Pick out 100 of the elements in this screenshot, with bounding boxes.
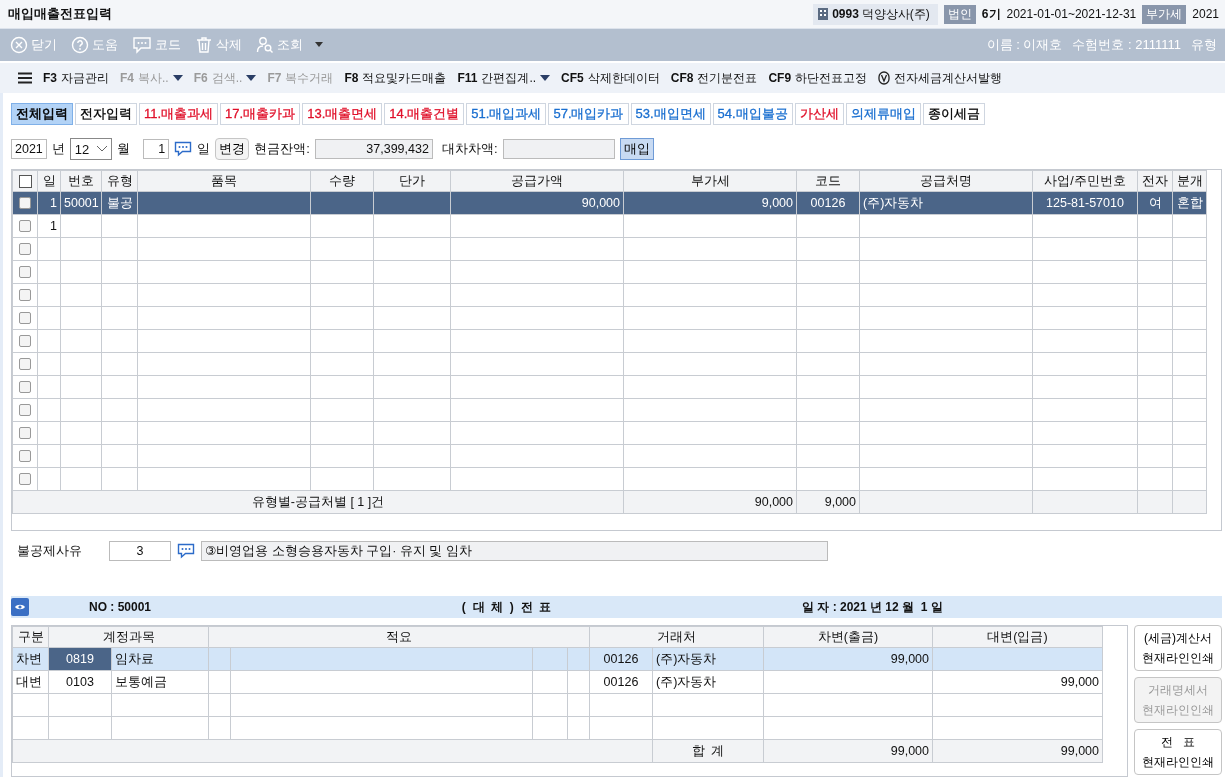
print-button[interactable]: 전 표 현재라인인쇄 [1134,729,1222,775]
column-header: 번호 [60,170,102,192]
chat-icon[interactable] [174,141,193,157]
caret-icon[interactable] [315,42,323,48]
deduction-code-field[interactable]: 3 [109,541,171,561]
total-cell: 99,000 [763,739,933,763]
fiscal-term: 6기 [981,5,1001,23]
tab[interactable]: 57.매입카과 [548,103,629,125]
chevron-down-icon [97,146,108,152]
tax-year: 2021 [1192,7,1219,21]
total-cell: 99,000 [932,739,1103,763]
function-button[interactable]: F3 자금관리 [43,69,109,87]
column-header: 유형 [101,170,138,192]
expand-icon[interactable] [11,598,29,616]
user-search-icon [256,36,274,54]
row-checkbox[interactable] [19,427,31,439]
tab[interactable]: 11.매출과세 [139,103,219,125]
row-checkbox[interactable] [19,450,31,462]
user-name: 이름 : 이재호 [986,36,1063,54]
type-label: 유형 [1191,36,1217,54]
row-checkbox[interactable] [19,289,31,301]
tab[interactable]: 13.매출면세 [302,103,383,125]
table-cell: 99,000 [763,647,933,671]
function-button[interactable]: CF9 하단전표고정 [768,69,868,87]
select-all-checkbox[interactable] [18,174,32,188]
row-checkbox[interactable] [19,404,31,416]
window-title: 매입매출전표입력 [8,5,113,23]
function-button[interactable]: CF5 삭제한데이터 [561,69,660,87]
function-button[interactable]: F8 적요및카드매출 [344,69,447,87]
table-cell: 보통예금 [111,670,209,694]
function-button[interactable]: CF8 전기분전표 [670,69,758,87]
summary-cell: 90,000 [623,490,797,514]
tab[interactable]: 의제류매입 [845,103,921,125]
column-header: 품목 [137,170,311,192]
voucher-title: ( 대 체 ) 전 표 [460,598,553,616]
row-checkbox[interactable] [19,312,31,324]
column-header: 분개 [1172,170,1207,192]
row-checkbox[interactable] [19,358,31,370]
table-cell: 9,000 [623,191,797,215]
table-cell: 대변 [12,670,49,694]
column-header: 공급처명 [859,170,1033,192]
change-button[interactable]: 변경 [215,138,250,160]
tab[interactable]: 17.매출카과 [220,103,301,125]
day-field[interactable]: 1 [143,139,170,159]
row-checkbox[interactable] [19,473,31,485]
summary-label: 유형별-공급처별 [ 1 ]건 [12,490,624,514]
function-button[interactable]: 전자세금계산서발행 [878,69,1003,87]
tab[interactable]: 51.매입과세 [466,103,547,125]
help-icon [71,36,89,54]
tab[interactable]: 종이세금 [922,103,985,125]
row-checkbox[interactable] [19,243,31,255]
company-name: 덕양상사(주) [861,5,930,23]
year-field[interactable]: 2021 [11,139,47,159]
table-cell: (주)자동차 [652,670,764,694]
chat-icon [132,36,152,54]
chat-icon[interactable] [177,543,195,559]
print-button[interactable]: (세금)계산서 현재라인인쇄 [1134,625,1222,671]
row-checkbox[interactable] [19,335,31,347]
difference-label: 대차차액: [441,140,498,158]
table-cell: 0103 [48,670,112,694]
table-cell: 99,000 [932,670,1103,694]
year-unit: 년 [51,140,65,158]
month-select[interactable]: 12 [69,138,113,160]
purchase-button[interactable]: 매입 [619,138,654,160]
column-header: 차변(출금) [763,626,933,648]
caret-icon [172,75,183,81]
column-header: 부가세 [623,170,797,192]
day-unit: 일 [197,140,211,158]
deduction-label: 불공제사유 [17,542,83,560]
cash-balance-field: 37,399,432 [314,139,433,159]
table-cell: (주)자동차 [859,191,1033,215]
column-header: 수량 [310,170,374,192]
column-header: 적요 [208,626,590,648]
voucher-date: 일 자 : 2021 년 12 월 1 일 [802,598,944,616]
column-header: 대변(입금) [932,626,1103,648]
menu-icon[interactable] [18,72,32,84]
tab[interactable]: 53.매입면세 [630,103,711,125]
month-unit: 월 [117,140,131,158]
tab[interactable]: 전자입력 [75,103,137,125]
exam-number: 수험번호 : 2111111 [1072,36,1181,54]
table-cell: 90,000 [450,191,624,215]
table-cell: 1 [37,214,61,238]
column-header: 단가 [373,170,451,192]
building-icon [817,7,830,21]
table-cell: 차변 [12,647,49,671]
column-header: 일 [37,170,61,192]
row-checkbox[interactable] [19,220,31,232]
function-button[interactable]: F11 간편집계.. [457,69,551,87]
row-checkbox[interactable] [19,381,31,393]
tag-icon [878,71,891,85]
column-header: 구분 [12,626,49,648]
tab[interactable]: 전체입력 [11,103,73,125]
tab[interactable]: 54.매입불공 [712,103,793,125]
tab[interactable]: 14.매출건별 [384,103,465,125]
caret-icon [246,75,257,81]
column-header: 거래처 [589,626,764,648]
row-checkbox[interactable] [19,266,31,278]
row-checkbox[interactable] [19,197,31,209]
tab[interactable]: 가산세 [794,103,844,125]
column-header: 공급가액 [450,170,624,192]
